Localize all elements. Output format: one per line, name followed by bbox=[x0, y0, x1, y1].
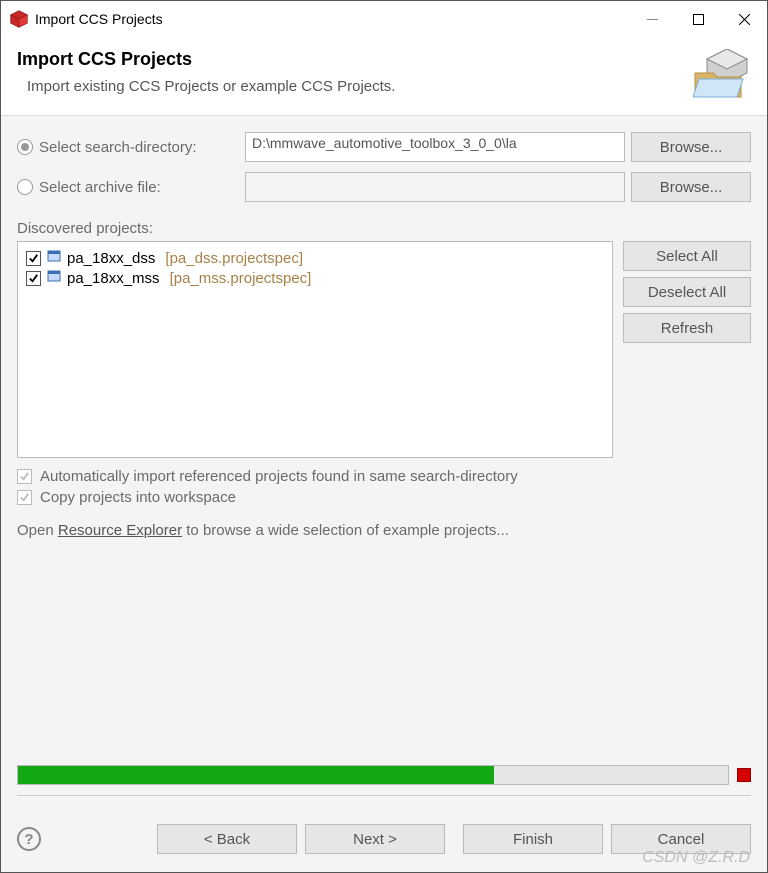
maximize-button[interactable] bbox=[675, 3, 721, 35]
resource-explorer-hint: Open Resource Explorer to browse a wide … bbox=[17, 522, 751, 539]
project-item[interactable]: pa_18xx_dss [pa_dss.projectspec] bbox=[22, 248, 608, 268]
search-directory-input[interactable]: D:\mmwave_automotive_toolbox_3_0_0\la bbox=[245, 132, 625, 162]
project-spec: [pa_mss.projectspec] bbox=[170, 270, 312, 287]
progress-bar bbox=[17, 765, 729, 785]
radio-archive-file[interactable] bbox=[17, 179, 33, 195]
back-button[interactable]: < Back bbox=[157, 824, 297, 854]
browse-archive-button[interactable]: Browse... bbox=[631, 172, 751, 202]
copy-workspace-checkbox bbox=[17, 490, 32, 505]
project-checkbox[interactable] bbox=[26, 251, 41, 266]
radio-search-directory[interactable] bbox=[17, 139, 33, 155]
discovered-projects-list[interactable]: pa_18xx_dss [pa_dss.projectspec] pa_18xx… bbox=[17, 241, 613, 458]
project-icon bbox=[47, 269, 61, 287]
close-button[interactable] bbox=[721, 3, 767, 35]
finish-button[interactable]: Finish bbox=[463, 824, 603, 854]
discovered-projects-label: Discovered projects: bbox=[17, 220, 751, 237]
copy-workspace-label: Copy projects into workspace bbox=[40, 489, 236, 506]
browse-directory-button[interactable]: Browse... bbox=[631, 132, 751, 162]
project-spec: [pa_dss.projectspec] bbox=[165, 250, 303, 267]
search-directory-label: Select search-directory: bbox=[39, 139, 239, 156]
next-button[interactable]: Next > bbox=[305, 824, 445, 854]
title-bar: Import CCS Projects bbox=[1, 1, 767, 37]
project-icon bbox=[47, 249, 61, 267]
help-button[interactable]: ? bbox=[17, 827, 41, 851]
stop-button[interactable] bbox=[737, 768, 751, 782]
project-name: pa_18xx_dss bbox=[67, 250, 155, 267]
archive-file-input bbox=[245, 172, 625, 202]
page-subtitle: Import existing CCS Projects or example … bbox=[27, 78, 693, 95]
project-name: pa_18xx_mss bbox=[67, 270, 160, 287]
wizard-header: Import CCS Projects Import existing CCS … bbox=[1, 37, 767, 116]
archive-file-label: Select archive file: bbox=[39, 179, 239, 196]
minimize-button[interactable] bbox=[629, 3, 675, 35]
select-all-button[interactable]: Select All bbox=[623, 241, 751, 271]
deselect-all-button[interactable]: Deselect All bbox=[623, 277, 751, 307]
folder-import-icon bbox=[693, 49, 751, 101]
page-title: Import CCS Projects bbox=[17, 49, 693, 70]
auto-import-checkbox bbox=[17, 469, 32, 484]
app-icon bbox=[9, 9, 29, 29]
progress-fill bbox=[18, 766, 494, 784]
project-checkbox[interactable] bbox=[26, 271, 41, 286]
project-item[interactable]: pa_18xx_mss [pa_mss.projectspec] bbox=[22, 268, 608, 288]
auto-import-label: Automatically import referenced projects… bbox=[40, 468, 518, 485]
window-title: Import CCS Projects bbox=[35, 11, 629, 27]
refresh-button[interactable]: Refresh bbox=[623, 313, 751, 343]
cancel-button[interactable]: Cancel bbox=[611, 824, 751, 854]
resource-explorer-link[interactable]: Resource Explorer bbox=[58, 522, 182, 539]
